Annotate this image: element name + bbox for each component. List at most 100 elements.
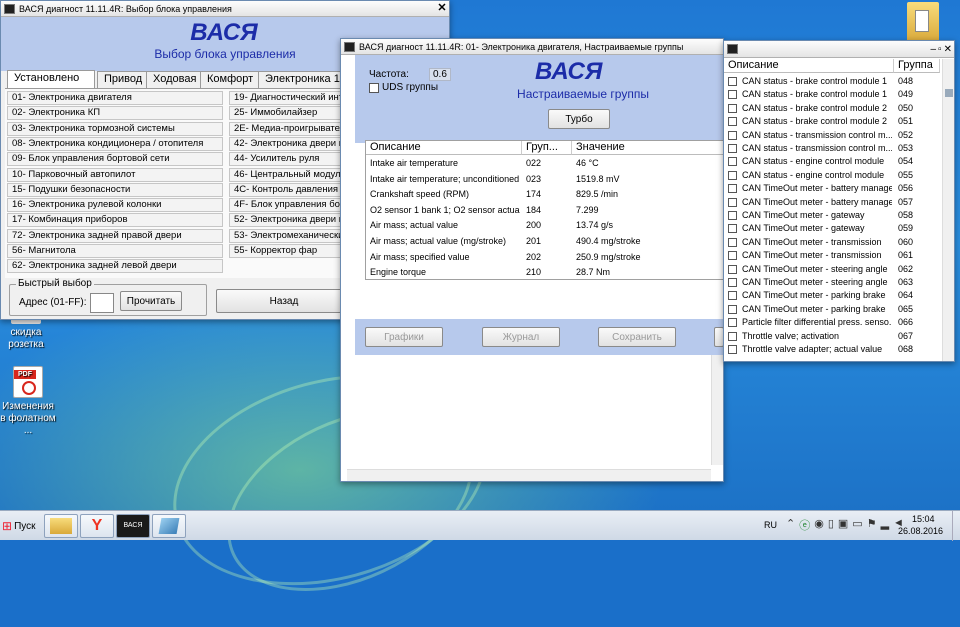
list-item[interactable]: CAN status - transmission control m... 05… (724, 142, 940, 155)
list-item[interactable]: CAN status - engine control module 055 (724, 169, 940, 182)
checkbox[interactable] (728, 278, 737, 287)
checkbox[interactable] (728, 197, 737, 207)
unit-item[interactable]: 56- Магнитола (7, 244, 223, 258)
unit-item[interactable]: 4F- Блок управления бортово (229, 198, 357, 213)
unit-item[interactable]: 02- Электроника КП (7, 106, 223, 121)
list-item[interactable]: CAN TimeOut meter - parking brake 064 (724, 289, 940, 302)
journal-button[interactable]: Журнал (482, 327, 560, 347)
checkbox[interactable] (728, 130, 737, 140)
clock-date[interactable]: 26.08.2016 (898, 526, 943, 536)
unit-item[interactable]: 09- Блок управления бортовой сети (7, 152, 223, 167)
checkbox[interactable] (728, 291, 737, 301)
checkbox[interactable] (728, 318, 737, 328)
list-item[interactable]: CAN status - brake control module 2 051 (724, 115, 940, 128)
antivirus-icon[interactable]: ◉ (814, 517, 824, 533)
checkbox[interactable] (728, 211, 737, 220)
checkbox[interactable] (728, 237, 737, 247)
flag-icon[interactable]: ⚑ (867, 517, 877, 533)
unit-item[interactable]: 53- Электромеханический ст (229, 228, 357, 243)
read-button[interactable]: Прочитать (120, 291, 182, 311)
back-button[interactable]: Назад (216, 289, 352, 313)
taskbar-app[interactable] (152, 514, 186, 538)
turbo-button[interactable]: Турбо (548, 109, 610, 129)
list-item[interactable]: CAN TimeOut meter - transmission 060 (724, 236, 940, 249)
tab-chassis[interactable]: Ходовая (146, 71, 204, 88)
unit-item[interactable]: 46- Центральный модуль сис (229, 167, 357, 182)
scroll-thumb[interactable] (945, 89, 953, 97)
unit-item[interactable]: 42- Электроника двери водит (229, 136, 357, 151)
checkbox[interactable] (728, 251, 737, 261)
taskbar-yandex[interactable]: Y (80, 514, 114, 538)
unit-item[interactable]: 72- Электроника задней правой двери (7, 228, 223, 243)
taskbar-vasya[interactable]: ВАСЯ (116, 514, 150, 538)
list-item[interactable]: CAN status - transmission control m... 05… (724, 129, 940, 142)
unit-item[interactable]: 10- Парковочный автопилот (7, 167, 223, 182)
graphs-button[interactable]: Графики (365, 327, 443, 347)
unit-item[interactable]: 19- Диагностический интерф (229, 91, 357, 105)
unit-item[interactable]: 03- Электроника тормозной системы (7, 121, 223, 136)
tab-comfort[interactable]: Комфорт (200, 71, 261, 88)
checkbox[interactable] (728, 103, 737, 113)
list-item[interactable]: CAN status - engine control module 054 (724, 155, 940, 168)
checkbox[interactable] (728, 264, 737, 274)
column-value[interactable]: Значение (572, 141, 726, 155)
checkbox[interactable] (728, 170, 737, 180)
list-item[interactable]: Particle filter differential press. sens… (724, 316, 940, 329)
checkbox[interactable] (728, 224, 737, 234)
unit-item[interactable]: 16- Электроника рулевой колонки (7, 198, 223, 213)
column-description[interactable]: Описание (724, 59, 894, 73)
chevron-up-icon[interactable]: ⌃ (786, 517, 795, 533)
checkbox[interactable] (728, 90, 737, 100)
language-indicator[interactable]: RU (764, 520, 777, 530)
clock-time[interactable]: 15:04 (912, 514, 935, 524)
unit-item[interactable]: 2E- Медиа-проигрыватель, п (229, 121, 357, 136)
list-item[interactable]: CAN TimeOut meter - gateway 059 (724, 222, 940, 235)
checkbox[interactable] (728, 157, 737, 167)
scrollbar[interactable] (942, 59, 954, 361)
list-item[interactable]: Throttle valve; activation 067 (724, 330, 940, 343)
checkbox[interactable] (728, 117, 737, 127)
unit-item[interactable]: 52- Электроника двери перед (229, 213, 357, 228)
list-item[interactable]: CAN TimeOut meter - battery manager 056 (724, 182, 940, 195)
close-icon[interactable]: ✕ (435, 2, 449, 16)
checkbox[interactable] (728, 184, 737, 194)
list-item[interactable]: Throttle valve adapter; actual value 068 (724, 343, 940, 356)
tab-electronics-1[interactable]: Электроника 1 (258, 71, 347, 88)
unit-item[interactable]: 55- Корректор фар (229, 244, 357, 258)
tab-installed[interactable]: Установлено (7, 70, 95, 89)
column-description[interactable]: Описание (366, 141, 522, 155)
scrollbar[interactable] (711, 355, 723, 465)
unit-item[interactable]: 44- Усилитель руля (229, 152, 357, 167)
window-controls[interactable]: –▫✕ (931, 44, 955, 55)
save-button[interactable]: Сохранить (598, 327, 676, 347)
list-item[interactable]: CAN status - brake control module 2 050 (724, 102, 940, 115)
list-item[interactable]: CAN TimeOut meter - steering angle 063 (724, 276, 940, 289)
browser-tray-icon[interactable]: ⓔ (799, 517, 810, 533)
desktop-icon-user-folder[interactable] (898, 2, 948, 45)
unit-item[interactable]: 25- Иммобилайзер (229, 106, 357, 121)
horizontal-scrollbar[interactable] (347, 469, 711, 481)
unit-item[interactable]: 17- Комбинация приборов (7, 213, 223, 228)
list-item[interactable]: CAN status - brake control module 1 049 (724, 88, 940, 101)
unit-item[interactable]: 01- Электроника двигателя (7, 91, 223, 105)
usb-icon[interactable]: ▣ (838, 517, 848, 533)
tab-drive[interactable]: Привод (97, 71, 150, 88)
desktop-icon-pdf[interactable]: PDF Изменения в фолатном ... (0, 366, 56, 437)
list-item[interactable]: CAN TimeOut meter - steering angle 062 (724, 263, 940, 276)
phone-icon[interactable]: ▭ (852, 517, 862, 533)
list-item[interactable]: CAN TimeOut meter - gateway 058 (724, 209, 940, 222)
unit-item[interactable]: 4C- Контроль давления в ши (229, 182, 357, 197)
column-group[interactable]: Группа (894, 59, 940, 73)
list-item[interactable]: CAN status - brake control module 1 048 (724, 75, 940, 88)
list-item[interactable]: CAN TimeOut meter - parking brake 065 (724, 303, 940, 316)
list-item[interactable]: CAN TimeOut meter - transmission 061 (724, 249, 940, 262)
checkbox[interactable] (728, 331, 737, 341)
start-button[interactable]: ⊞ Пуск (2, 515, 40, 537)
show-desktop-button[interactable] (952, 511, 960, 541)
uds-checkbox[interactable] (369, 83, 379, 93)
checkbox[interactable] (728, 144, 737, 153)
unit-item[interactable]: 62- Электроника задней левой двери (7, 259, 223, 274)
column-group[interactable]: Груп... (522, 141, 572, 155)
checkbox[interactable] (728, 345, 737, 354)
network-icon[interactable]: ▂ (881, 517, 889, 533)
